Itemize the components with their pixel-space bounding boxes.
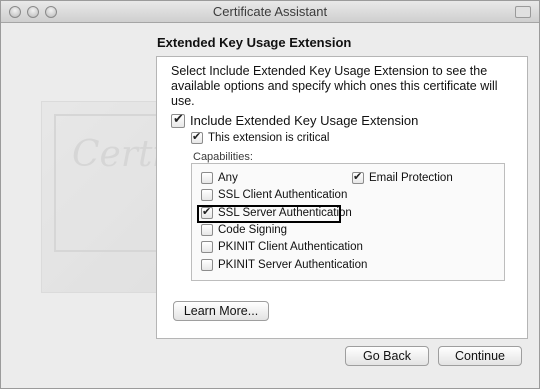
capability-pkinit-server-row[interactable]: PKINIT Server Authentication — [201, 259, 367, 271]
critical-extension-row[interactable]: This extension is critical — [191, 130, 330, 144]
include-extension-checkbox[interactable] — [171, 111, 185, 128]
include-extension-row[interactable]: Include Extended Key Usage Extension — [171, 111, 419, 128]
continue-button[interactable]: Continue — [438, 346, 522, 366]
critical-extension-label: This extension is critical — [208, 132, 330, 144]
capability-code-signing-checkbox[interactable] — [201, 224, 213, 236]
learn-more-button[interactable]: Learn More... — [173, 301, 269, 321]
capability-email-protection-row[interactable]: Email Protection — [352, 170, 453, 184]
capability-pkinit-server-label: PKINIT Server Authentication — [218, 259, 368, 271]
window-title: Certificate Assistant — [212, 4, 328, 19]
toolbar-toggle-icon[interactable] — [515, 6, 531, 18]
ssl-server-highlight-box — [197, 205, 341, 223]
capability-ssl-client-checkbox[interactable] — [201, 189, 213, 201]
capability-code-signing-row[interactable]: Code Signing — [201, 224, 287, 236]
include-extension-label: Include Extended Key Usage Extension — [190, 113, 419, 128]
capability-email-protection-checkbox[interactable] — [352, 170, 364, 184]
capability-ssl-client-label: SSL Client Authentication — [218, 189, 348, 201]
capability-pkinit-client-checkbox[interactable] — [201, 241, 213, 253]
capability-any-row[interactable]: Any — [201, 172, 238, 184]
instruction-text: Select Include Extended Key Usage Extens… — [171, 64, 498, 108]
title-bar: Certificate Assistant — [1, 1, 539, 23]
page-heading: Extended Key Usage Extension — [157, 35, 352, 50]
capability-pkinit-client-row[interactable]: PKINIT Client Authentication — [201, 241, 363, 253]
capability-any-checkbox[interactable] — [201, 172, 213, 184]
certificate-assistant-window: Certificate Assistant Extended Key Usage… — [0, 0, 540, 389]
capability-pkinit-client-label: PKINIT Client Authentication — [218, 241, 363, 253]
capability-code-signing-label: Code Signing — [218, 224, 288, 236]
capability-any-label: Any — [218, 172, 238, 184]
go-back-button[interactable]: Go Back — [345, 346, 429, 366]
critical-extension-checkbox[interactable] — [191, 130, 203, 144]
capability-email-protection-label: Email Protection — [369, 172, 453, 184]
capabilities-label: Capabilities: — [193, 151, 253, 163]
capability-ssl-client-row[interactable]: SSL Client Authentication — [201, 189, 347, 201]
capability-pkinit-server-checkbox[interactable] — [201, 259, 213, 271]
